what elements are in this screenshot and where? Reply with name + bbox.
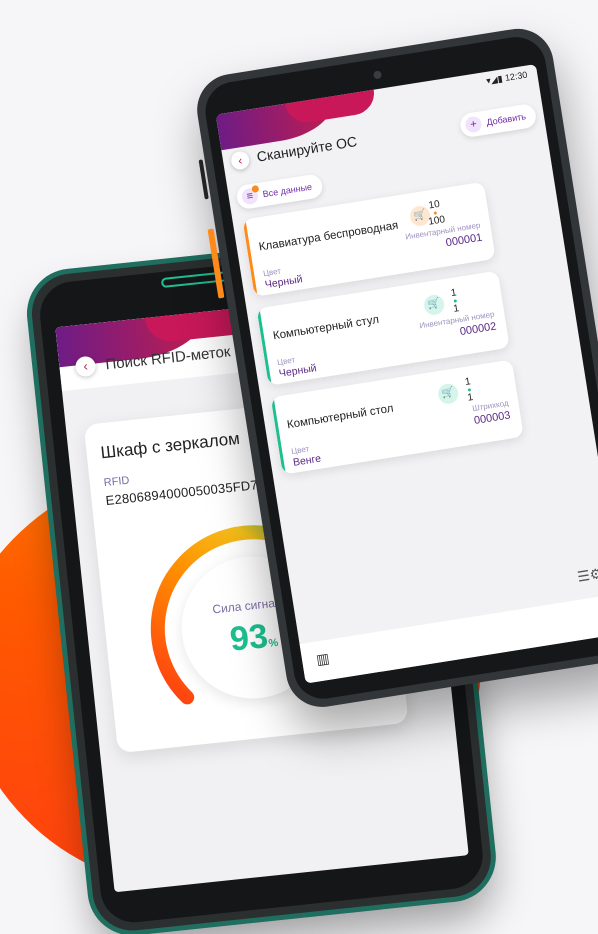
qty-scanned: 10: [427, 198, 441, 212]
asset-name: Компьютерный стул: [272, 313, 380, 343]
status-bar: ▾◢▮ 12:30: [485, 69, 529, 86]
asset-name: Компьютерный стол: [286, 402, 395, 432]
back-button[interactable]: ‹: [229, 150, 251, 171]
plus-icon: +: [464, 115, 483, 134]
cart-icon: 🛒: [436, 382, 460, 406]
cart-icon: 🛒: [422, 293, 446, 317]
qty-scanned: 1: [450, 287, 458, 300]
qty-total: 1: [452, 303, 460, 315]
status-time: 12:30: [504, 69, 529, 83]
quantity-counter: 11: [464, 376, 474, 404]
qty-scanned: 1: [464, 376, 472, 388]
chevron-left-icon: ‹: [82, 358, 89, 374]
signal-unit: %: [267, 636, 279, 650]
add-button[interactable]: + Добавить: [458, 102, 538, 139]
asset-name: Клавиатура беспроводная: [258, 219, 400, 254]
side-button: [198, 159, 209, 200]
rfid-label: RFID: [103, 474, 131, 490]
quantity-counter: 11: [450, 287, 460, 315]
filter-button[interactable]: ≡ Все данные: [235, 173, 324, 211]
card-accent-stripe: [256, 308, 272, 386]
asset-scan-screen: ▾◢▮ 12:30 ‹ Сканируйте ОС + Добавить ≡ В…: [215, 64, 598, 684]
stats-icon[interactable]: ▥: [315, 650, 331, 669]
chevron-left-icon: ‹: [237, 153, 244, 168]
qty-total: 1: [466, 391, 474, 404]
filter-badge: [251, 184, 260, 193]
card-accent-stripe: [270, 397, 286, 475]
tag-name: Шкаф с зеркалом: [99, 428, 241, 463]
quantity-counter: 10 100: [425, 198, 446, 228]
card-accent-stripe: [242, 219, 258, 297]
list-settings-icon[interactable]: ☰⚙: [576, 565, 598, 586]
